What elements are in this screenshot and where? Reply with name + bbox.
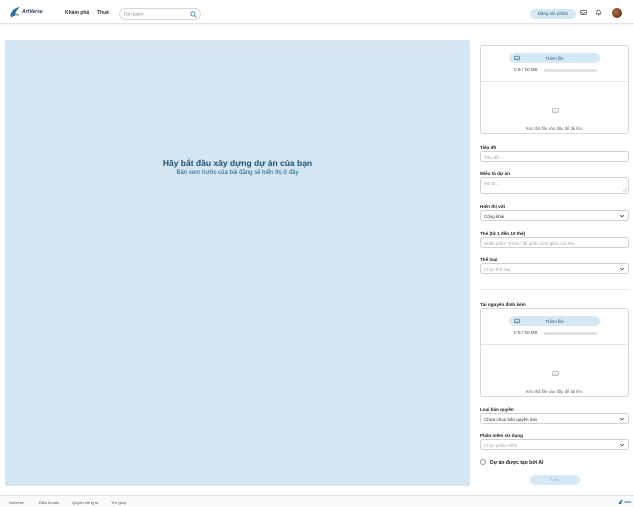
image-placeholder-icon: [552, 108, 559, 113]
logo[interactable]: ArtVerse: [9, 5, 43, 19]
attachments-label: Tài nguyên đính kèm: [480, 302, 526, 307]
upload-size-text: 0 B / 50 MB: [514, 330, 538, 335]
chevron-down-icon: [619, 443, 625, 447]
footer-link-help[interactable]: Trợ giúp: [111, 500, 126, 505]
media-upload-box[interactable]: Thêm file 0 B / 50 MB Kéo thả file vào đ…: [480, 45, 629, 134]
software-label: Phần mềm sử dụng: [480, 433, 523, 438]
category-select[interactable]: Chọn thể loại: [480, 263, 629, 274]
add-attachment-button[interactable]: Thêm file: [509, 316, 600, 326]
add-file-label: Thêm file: [545, 55, 564, 61]
resize-handle-icon[interactable]: [623, 188, 627, 192]
upload-progress-bar: [544, 69, 597, 72]
upload-progress-bar: [544, 332, 597, 335]
footer-logo-icon: [618, 499, 632, 504]
project-form-panel: Thêm file 0 B / 50 MB Kéo thả file vào đ…: [480, 40, 630, 490]
footer: Artverse Điều khoản Quyền riêng tư Trợ g…: [0, 495, 634, 507]
category-placeholder: Chọn thể loại: [484, 266, 511, 272]
software-select[interactable]: Chọn phần mềm: [480, 439, 629, 450]
add-file-button[interactable]: Thêm file: [509, 53, 600, 63]
attachment-upload-box[interactable]: Thêm file 0 B / 50 MB Kéo thả file vào đ…: [480, 308, 629, 397]
title-input[interactable]: Tiêu đề ...: [480, 151, 629, 162]
divider: [481, 81, 628, 82]
footer-link-privacy[interactable]: Quyền riêng tư: [72, 500, 99, 505]
description-placeholder: Mô tả ...: [484, 180, 501, 186]
chevron-down-icon: [619, 267, 625, 271]
visibility-label: Hiển thị với: [480, 204, 506, 209]
section-divider: [480, 289, 629, 290]
image-placeholder-icon: [552, 371, 559, 376]
preview-subtitle: Bản xem trước của bài đăng sẽ hiển thị ở…: [176, 170, 299, 176]
preview-area: Hãy bắt đầu xây dựng dự án của bạn Bản x…: [5, 40, 470, 486]
search-placeholder: Tìm kiếm: [123, 12, 144, 18]
license-label: Loại bản quyền: [480, 407, 514, 412]
title-placeholder: Tiêu đề ...: [484, 154, 504, 160]
chevron-down-icon: [619, 214, 625, 218]
title-label: Tiêu đề: [480, 145, 496, 150]
software-placeholder: Chọn phần mềm: [484, 442, 518, 448]
bell-icon[interactable]: [595, 9, 602, 16]
search-input[interactable]: Tìm kiếm: [119, 8, 201, 20]
preview-title: Hãy bắt đầu xây dựng dự án của bạn: [162, 158, 313, 168]
tags-label: Thẻ (từ 1 đến 10 thẻ): [480, 231, 526, 236]
footer-link-artverse[interactable]: Artverse: [9, 500, 24, 505]
logo-text: ArtVerse: [22, 9, 43, 15]
tags-input[interactable]: Nhấn phím "Enter" để phân tách giữa các …: [480, 237, 629, 248]
logo-mark-icon: [10, 7, 20, 18]
visibility-value: Công khai: [484, 213, 505, 219]
avatar[interactable]: [612, 8, 622, 18]
divider: [481, 344, 628, 345]
nav-explore[interactable]: Khám phá: [65, 10, 89, 16]
add-file-label: Thêm file: [545, 318, 564, 324]
drop-zone-text: Kéo thả file vào đây để tải lên.: [525, 126, 584, 131]
post-artwork-button[interactable]: Đăng tác phẩm: [530, 9, 576, 19]
chevron-down-icon: [619, 417, 625, 421]
description-label: Miêu tả dự án: [480, 171, 510, 176]
license-value: Chưa chọn bản quyền nào: [484, 416, 538, 422]
drop-zone-text: Kéo thả file vào đây để tải lên.: [525, 389, 584, 394]
ai-generated-checkbox[interactable]: [480, 459, 486, 465]
upload-size-text: 0 B / 50 MB: [514, 67, 538, 72]
nav-hire[interactable]: Thuê: [97, 10, 109, 16]
search-icon[interactable]: [190, 11, 197, 18]
footer-link-terms[interactable]: Điều khoản: [39, 500, 59, 505]
ai-generated-label[interactable]: Dự án được tạo bởi AI: [490, 460, 543, 466]
visibility-select[interactable]: Công khai: [480, 210, 629, 221]
tags-placeholder: Nhấn phím "Enter" để phân tách giữa các …: [484, 240, 575, 246]
category-label: Thể loại: [480, 257, 498, 262]
description-textarea[interactable]: Mô tả ...: [480, 177, 629, 194]
save-button[interactable]: Lưu: [530, 475, 580, 485]
license-select[interactable]: Chưa chọn bản quyền nào: [480, 413, 629, 424]
top-header: ArtVerse Khám phá Thuê Tìm kiếm Đăng tác…: [0, 0, 634, 24]
inbox-icon[interactable]: [580, 9, 587, 16]
